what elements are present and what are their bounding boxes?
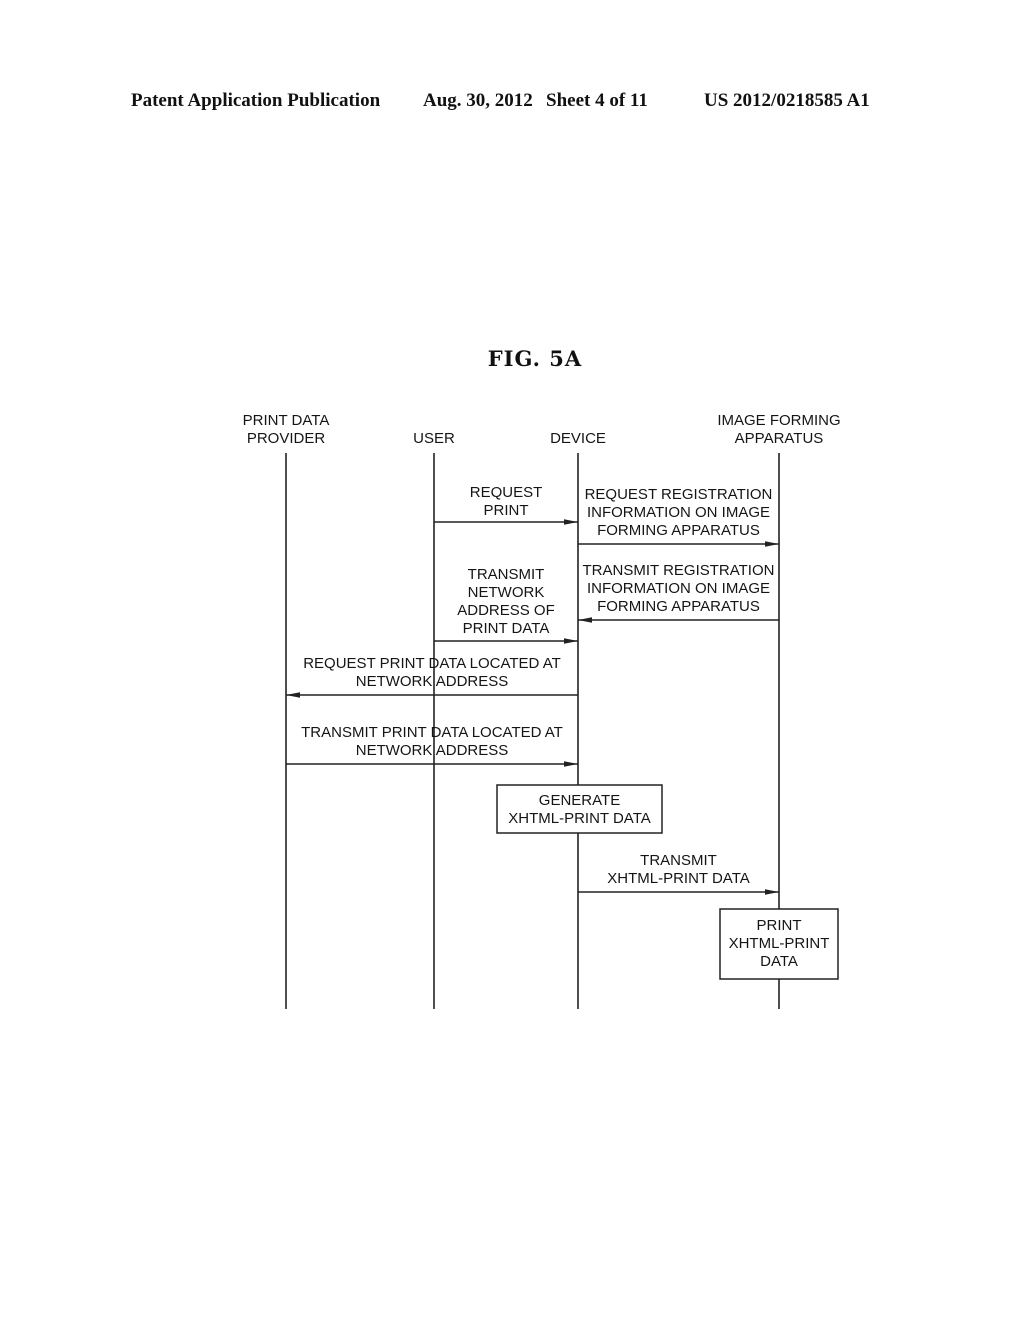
participant-label-device: DEVICE (550, 430, 606, 447)
message-label: PRINT (484, 502, 529, 519)
action-label: DATA (760, 953, 798, 970)
message-label: TRANSMIT (468, 566, 545, 583)
message-label: INFORMATION ON IMAGE (587, 504, 770, 521)
message-label: TRANSMIT PRINT DATA LOCATED AT (301, 724, 563, 741)
message-label: NETWORK ADDRESS (356, 742, 509, 759)
message-label: REQUEST REGISTRATION (585, 486, 773, 503)
message-label: REQUEST (470, 484, 543, 501)
message-label: NETWORK ADDRESS (356, 673, 509, 690)
message-label: REQUEST PRINT DATA LOCATED AT (303, 655, 561, 672)
sequence-diagram: PRINT DATAPROVIDER USER DEVICEIMAGE FORMIN… (243, 412, 841, 1009)
message-label: INFORMATION ON IMAGE (587, 580, 770, 597)
action-label: PRINT (757, 917, 802, 934)
message-label: TRANSMIT (640, 852, 717, 869)
message-label: FORMING APPARATUS (597, 598, 760, 615)
message-label: XHTML-PRINT DATA (607, 870, 750, 887)
participant-label-printer: APPARATUS (735, 430, 824, 447)
participant-label-printer: IMAGE FORMING (717, 412, 840, 429)
participant-label-provider: PRINT DATA (243, 412, 330, 429)
message-label: TRANSMIT REGISTRATION (583, 562, 775, 579)
participant-label-provider: PROVIDER (247, 430, 326, 447)
participant-label-user: USER (413, 430, 455, 447)
action-label: XHTML-PRINT DATA (508, 810, 651, 827)
action-label: XHTML-PRINT (729, 935, 830, 952)
message-label: ADDRESS OF (457, 602, 555, 619)
message-label: FORMING APPARATUS (597, 522, 760, 539)
action-label: GENERATE (539, 792, 620, 809)
message-label: PRINT DATA (463, 620, 550, 637)
message-label: NETWORK (468, 584, 545, 601)
